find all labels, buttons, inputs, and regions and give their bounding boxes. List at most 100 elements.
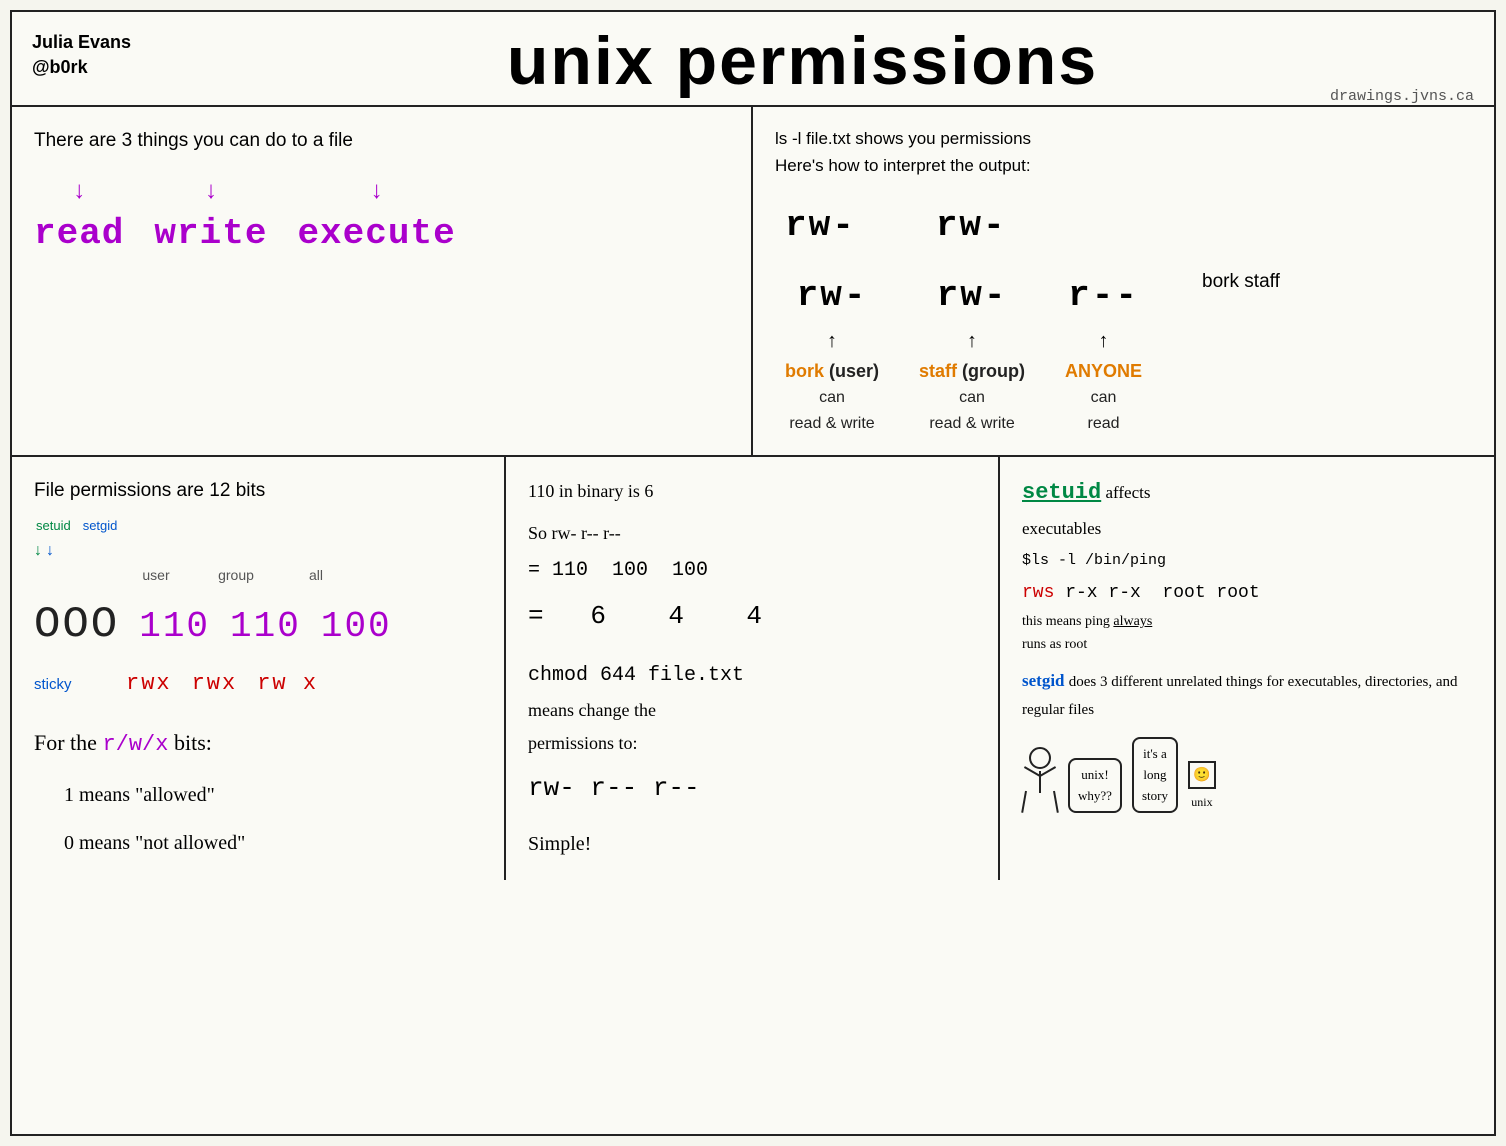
rws-s: rws	[1022, 583, 1054, 603]
ooo-section: setuid setgid ↓ ↓ user group all OOO 110…	[34, 515, 482, 702]
rwx-code: r/w/x	[102, 732, 168, 757]
ping-note: this means ping always	[1022, 610, 1472, 633]
top-grid: There are 3 things you can do to a file …	[12, 105, 1494, 455]
perm-line1: ls -l file.txt shows you permissions	[775, 125, 1472, 152]
rwx-row: sticky rwx rwx rw x	[34, 665, 482, 702]
sticky-label: sticky	[34, 672, 106, 698]
ooo-arrows: ↓ ↓	[34, 537, 482, 564]
unix-person: 🙂 unix	[1188, 761, 1216, 813]
rule1-text: 1 means "allowed"	[64, 778, 482, 812]
setuid-line: setuid affects	[1022, 475, 1472, 511]
for-bits-text: For the r/w/x bits:	[34, 724, 482, 763]
perm-rw1: rw-	[785, 197, 856, 255]
read-word: read	[34, 203, 124, 264]
perm-r-letters: r--	[1068, 267, 1139, 325]
cell-bottom-right: setuid affects executables $ls -l /bin/p…	[1000, 457, 1494, 880]
staff-arrow-up: ↑	[967, 325, 977, 357]
perm-rw2: rw-	[936, 197, 1007, 255]
cell-top-left: There are 3 things you can do to a file …	[12, 107, 753, 455]
author-block: Julia Evans @b0rk	[32, 30, 131, 80]
write-word: write	[154, 203, 267, 264]
eq3-text: = 6 4 4	[528, 593, 762, 640]
ooo-circles: OOO	[34, 588, 119, 663]
perm-line2: Here's how to interpret the output:	[775, 152, 1472, 179]
chmod-cmd: chmod 644 file.txt	[528, 658, 976, 694]
page: Julia Evans @b0rk unix permissions drawi…	[10, 10, 1496, 1136]
author-name: Julia Evans	[32, 30, 131, 55]
group-label: group	[206, 564, 266, 588]
binary-eq-block: So rw- r-- r-- = 110 100 100 = 6 4 4	[528, 517, 976, 640]
bits-title: File permissions are 12 bits	[34, 475, 482, 507]
perm-rw1-letters: rw-	[797, 267, 868, 325]
cell-top-right: ls -l file.txt shows you permissions Her…	[753, 107, 1494, 455]
anyone-arrow-up: ↑	[1099, 325, 1109, 357]
eq2-text: = 110 100 100	[528, 553, 708, 589]
eq1: So rw- r-- r--	[528, 517, 976, 549]
setgid-line: setgid does 3 different unrelated things…	[1022, 667, 1472, 723]
anyone-desc: read	[1088, 411, 1120, 437]
staff-can: can	[959, 385, 985, 411]
chmod-desc1: means change the	[528, 694, 976, 726]
eq3-row: = 6 4 4	[528, 593, 976, 640]
perm-bottom-row: rw- ↑ bork (user) can read & write rw- ↑…	[785, 267, 1472, 437]
eq2-row: = 110 100 100	[528, 553, 976, 589]
setgid-desc-text: does 3 different unrelated things for ex…	[1022, 674, 1458, 718]
stick-head	[1029, 747, 1051, 769]
chmod-block: chmod 644 file.txt means change the perm…	[528, 658, 976, 862]
bits-group: 110	[230, 596, 301, 657]
rwe-row: ↓ read ↓ write ↓ execute	[34, 179, 729, 264]
bits-all: 100	[321, 596, 392, 657]
perm-rw2-letters: rw-	[937, 267, 1008, 325]
chmod-desc2: permissions to:	[528, 727, 976, 759]
bubble1-line2: why??	[1078, 785, 1112, 806]
setuid-ann: setuid	[36, 515, 71, 537]
bubble1-line1: unix!	[1078, 764, 1112, 785]
staff-desc: read & write	[929, 411, 1014, 437]
always-text: always	[1113, 614, 1152, 629]
user-label: user	[126, 564, 186, 588]
chmod-result: rw- r-- r--	[528, 765, 976, 812]
cell-bottom-left: File permissions are 12 bits setuid setg…	[12, 457, 506, 880]
execute-item: ↓ execute	[297, 179, 455, 264]
anyone-col: r-- ↑ ANYONE can read	[1065, 267, 1142, 437]
binary-line1: 110 in binary is 6	[528, 475, 976, 507]
simple-text: Simple!	[528, 826, 976, 862]
setgid-ann: setgid	[83, 515, 118, 537]
bits-labels-row: user group all	[34, 564, 482, 588]
executables-text: executables	[1022, 515, 1472, 543]
runs-as-root: runs as root	[1022, 633, 1472, 656]
execute-arrow: ↓	[371, 179, 383, 203]
stick-arms	[1022, 775, 1058, 777]
bork-col: rw- ↑ bork (user) can read & write	[785, 267, 879, 437]
bork-staff: bork staff	[1202, 267, 1280, 297]
affects-text: affects	[1105, 483, 1150, 502]
unix-label-text: unix	[1191, 793, 1212, 813]
bubble2-line1: it's a	[1142, 743, 1168, 764]
rwx-all: rw x	[257, 665, 318, 702]
anyone-label: ANYONE	[1065, 357, 1142, 386]
header: Julia Evans @b0rk unix permissions drawi…	[12, 12, 1494, 105]
read-arrow: ↓	[73, 179, 85, 203]
intro-text: There are 3 things you can do to a file	[34, 125, 729, 157]
bubble1: unix! why??	[1068, 758, 1122, 813]
stick-leg-left	[1021, 791, 1027, 813]
ls-cmd: $ls -l /bin/ping	[1022, 549, 1472, 574]
smiley-box: 🙂	[1188, 761, 1216, 789]
ooo-annotations: setuid setgid	[36, 515, 482, 537]
bork-arrow-up: ↑	[827, 325, 837, 357]
setuid-arrow: ↓	[34, 537, 42, 564]
stick-figures: unix! why?? it's a long story 🙂 unix	[1022, 737, 1472, 813]
rws-line: rws r-x r-x root root	[1022, 578, 1472, 609]
stick-legs	[1025, 791, 1055, 813]
cell-bottom-mid: 110 in binary is 6 So rw- r-- r-- = 110 …	[506, 457, 1000, 880]
execute-word: execute	[297, 203, 455, 264]
bork-desc: read & write	[789, 411, 874, 437]
anyone-can: can	[1091, 385, 1117, 411]
setgid-arrow: ↓	[46, 537, 54, 564]
main-title: unix permissions	[131, 22, 1474, 100]
write-arrow: ↓	[205, 179, 217, 203]
bork-label: bork (user)	[785, 357, 879, 386]
bottom-grid: File permissions are 12 bits setuid setg…	[12, 455, 1494, 880]
author-handle: @b0rk	[32, 55, 131, 80]
stick-leg-right	[1053, 791, 1059, 813]
